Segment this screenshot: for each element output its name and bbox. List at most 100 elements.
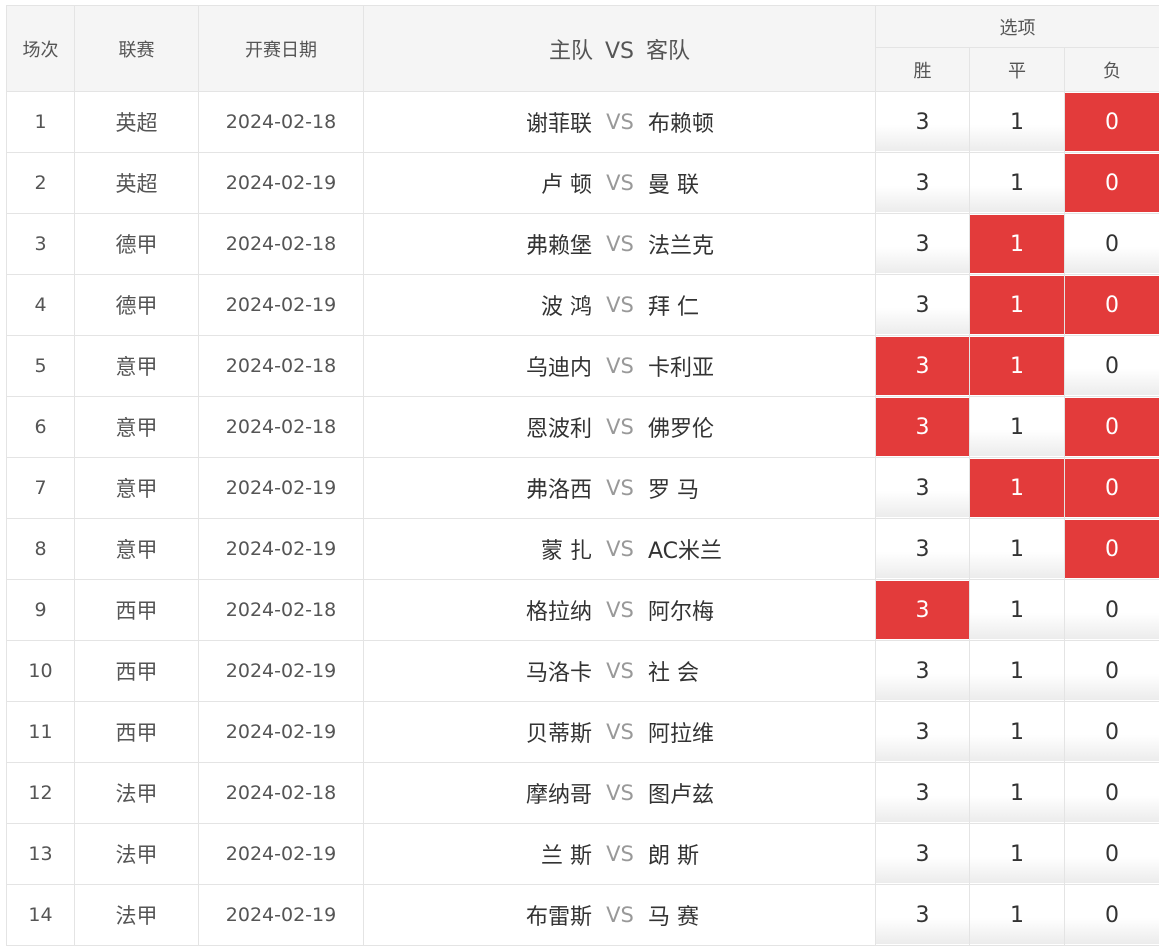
odds-lose-button[interactable]: 0	[1065, 276, 1159, 334]
header-win: 胜	[875, 47, 970, 92]
home-team: 兰 斯	[541, 844, 592, 869]
away-team: 罗 马	[648, 478, 699, 503]
match-teams: 摩纳哥 VS 图卢兹	[363, 762, 876, 824]
home-team: 谢菲联	[525, 112, 592, 137]
odds-lose-button[interactable]: 0	[1065, 215, 1159, 273]
odds-win-button[interactable]: 3	[876, 276, 969, 334]
odds-win-button[interactable]: 3	[876, 764, 969, 822]
match-date: 2024-02-18	[198, 579, 364, 641]
match-date: 2024-02-19	[198, 152, 364, 214]
league-name: 西甲	[74, 579, 199, 641]
odds-win-button[interactable]: 3	[876, 337, 969, 395]
header-home: 主队	[548, 38, 593, 64]
odds-lose-button[interactable]: 0	[1065, 825, 1159, 883]
odds-draw-button[interactable]: 1	[970, 886, 1064, 944]
table-row: 2 英超 2024-02-19 卢 顿 VS 曼 联 310	[6, 152, 1159, 214]
header-vs: VS	[604, 38, 634, 64]
match-number: 5	[6, 335, 75, 397]
home-team: 摩纳哥	[525, 783, 592, 808]
table-row: 4 德甲 2024-02-19 波 鸿 VS 拜 仁 310	[6, 274, 1159, 336]
odds-lose-button[interactable]: 0	[1065, 337, 1159, 395]
odds-win-button[interactable]: 3	[876, 398, 969, 456]
vs-label: VS	[606, 415, 634, 439]
vs-label: VS	[606, 293, 634, 317]
odds-win-button[interactable]: 3	[876, 520, 969, 578]
table-row: 12 法甲 2024-02-18 摩纳哥 VS 图卢兹 3 1 0	[6, 762, 1159, 824]
option-cell-lose: 0	[1063, 518, 1159, 580]
option-cell-win: 3	[875, 701, 970, 763]
league-name: 法甲	[74, 762, 199, 824]
table-row: 14 法甲 2024-02-19 布雷斯 VS 马 赛 310	[6, 884, 1159, 946]
home-team: 马洛卡	[525, 661, 592, 686]
home-team: 恩波利	[525, 417, 592, 442]
odds-draw-button[interactable]: 1	[970, 154, 1064, 212]
odds-lose-button[interactable]: 0	[1065, 703, 1159, 761]
odds-draw-button[interactable]: 1	[970, 764, 1064, 822]
option-cell-draw: 1	[969, 701, 1065, 763]
odds-win-button[interactable]: 3	[876, 459, 969, 517]
odds-lose-button[interactable]: 0	[1065, 642, 1159, 700]
odds-draw-button[interactable]: 1	[970, 276, 1064, 334]
option-cell-win: 3	[875, 396, 970, 458]
header-date: 开赛日期	[198, 5, 364, 92]
match-number: 3	[6, 213, 75, 275]
odds-lose-button[interactable]: 0	[1065, 398, 1159, 456]
odds-win-button[interactable]: 3	[876, 642, 969, 700]
option-cell-win: 3	[875, 884, 970, 946]
odds-draw-button[interactable]: 1	[970, 520, 1064, 578]
odds-draw-button[interactable]: 1	[970, 703, 1064, 761]
odds-lose-button[interactable]: 0	[1065, 581, 1159, 639]
match-number: 1	[6, 91, 75, 153]
table-row: 11 西甲 2024-02-19 贝蒂斯 VS 阿拉维 3 1 0	[6, 701, 1159, 763]
odds-win-button[interactable]: 3	[876, 154, 969, 212]
option-cell-win: 3	[875, 518, 970, 580]
option-cell-win: 3	[875, 640, 970, 702]
vs-label: VS	[606, 537, 634, 561]
header-draw: 平	[969, 47, 1065, 92]
away-team: 法兰克	[648, 234, 715, 259]
odds-lose-button[interactable]: 0	[1065, 886, 1159, 944]
league-name: 英超	[74, 91, 199, 153]
option-cell-win: 3	[875, 579, 970, 641]
away-team: 阿尔梅	[648, 600, 715, 625]
vs-label: VS	[606, 598, 634, 622]
odds-win-button[interactable]: 3	[876, 93, 969, 151]
odds-win-button[interactable]: 3	[876, 703, 969, 761]
odds-lose-button[interactable]: 0	[1065, 93, 1159, 151]
odds-draw-button[interactable]: 1	[970, 337, 1064, 395]
match-teams: 乌迪内 VS 卡利亚	[363, 335, 876, 397]
table-row: 1 英超 2024-02-18 谢菲联 VS 布赖顿 3 1 0	[6, 91, 1159, 153]
match-teams: 波 鸿 VS 拜 仁	[363, 274, 876, 336]
away-team: 曼 联	[648, 173, 699, 198]
away-team: 拜 仁	[648, 295, 699, 320]
odds-draw-button[interactable]: 1	[970, 215, 1064, 273]
odds-lose-button[interactable]: 0	[1065, 459, 1159, 517]
option-cell-lose: 0	[1063, 579, 1159, 641]
odds-draw-button[interactable]: 1	[970, 825, 1064, 883]
odds-draw-button[interactable]: 1	[970, 459, 1064, 517]
option-cell-lose: 0	[1063, 823, 1159, 885]
option-cell-draw: 1	[969, 518, 1065, 580]
odds-lose-button[interactable]: 0	[1065, 764, 1159, 822]
match-number: 9	[6, 579, 75, 641]
league-name: 意甲	[74, 518, 199, 580]
match-date: 2024-02-19	[198, 274, 364, 336]
table-row: 8 意甲 2024-02-19 蒙 扎 VS AC米兰 3 1 0	[6, 518, 1159, 580]
away-team: AC米兰	[648, 539, 723, 564]
odds-draw-button[interactable]: 1	[970, 581, 1064, 639]
match-date: 2024-02-19	[198, 457, 364, 519]
odds-draw-button[interactable]: 1	[970, 93, 1064, 151]
odds-lose-button[interactable]: 0	[1065, 520, 1159, 578]
match-number: 10	[6, 640, 75, 702]
vs-label: VS	[606, 476, 634, 500]
match-teams: 弗赖堡 VS 法兰克	[363, 213, 876, 275]
odds-lose-button[interactable]: 0	[1065, 154, 1159, 212]
odds-win-button[interactable]: 3	[876, 825, 969, 883]
header-league: 联赛	[74, 5, 199, 92]
odds-win-button[interactable]: 3	[876, 581, 969, 639]
match-teams: 贝蒂斯 VS 阿拉维	[363, 701, 876, 763]
odds-draw-button[interactable]: 1	[970, 398, 1064, 456]
odds-win-button[interactable]: 3	[876, 886, 969, 944]
odds-win-button[interactable]: 3	[876, 215, 969, 273]
odds-draw-button[interactable]: 1	[970, 642, 1064, 700]
